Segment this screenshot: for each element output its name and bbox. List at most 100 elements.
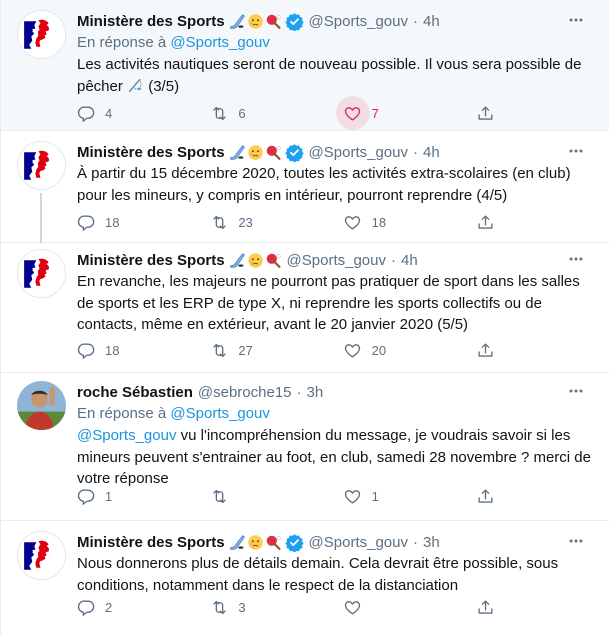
avatar[interactable]	[17, 141, 66, 190]
tweet-actions: 2 3	[71, 592, 511, 622]
reply-button[interactable]: 18	[71, 335, 171, 365]
reply-button[interactable]: 2	[71, 592, 171, 622]
display-name[interactable]: Ministère des Sports	[77, 13, 225, 30]
retweet-icon	[202, 590, 236, 624]
tweet-actions: 18 27 20	[71, 335, 511, 365]
more-icon[interactable]	[566, 531, 586, 551]
thread-line	[40, 193, 42, 243]
retweet-button[interactable]: 6	[204, 98, 304, 128]
like-count: 7	[371, 105, 379, 121]
name-emojis	[229, 13, 282, 30]
tweet[interactable]: Ministère des Sports @Sports_gouv · 4h À…	[1, 131, 609, 243]
retweet-icon	[202, 205, 236, 239]
more-icon[interactable]	[566, 10, 586, 30]
like-button[interactable]: 7	[335, 96, 438, 130]
tweet-text: À partir du 15 décembre 2020, toutes les…	[77, 165, 571, 204]
like-button[interactable]: 20	[338, 335, 438, 365]
crying-emoji	[247, 534, 264, 551]
reply-count: 4	[105, 105, 113, 121]
like-count: 1	[371, 488, 379, 504]
tweet-header: Ministère des Sports @Sports_gouv · 3h	[77, 531, 596, 553]
timestamp[interactable]: 4h	[423, 144, 440, 161]
tweet-header: Ministère des Sports @Sports_gouv · 4h	[77, 141, 596, 163]
crying-emoji	[247, 252, 264, 269]
tweet-text: En revanche, les majeurs ne pourront pas…	[77, 273, 580, 333]
hockey-emoji	[229, 144, 246, 161]
avatar[interactable]	[17, 531, 66, 580]
more-icon[interactable]	[566, 141, 586, 161]
timestamp[interactable]: 3h	[307, 384, 324, 401]
reply-count: 1	[105, 488, 113, 504]
hockey-emoji	[229, 252, 246, 269]
avatar[interactable]	[17, 381, 66, 430]
tweet[interactable]: Ministère des Sports @Sports_gouv · 4h E…	[1, 243, 609, 373]
reply-icon	[69, 590, 103, 624]
like-button[interactable]	[338, 592, 438, 622]
reply-button[interactable]: 18	[71, 207, 171, 237]
display-name[interactable]: Ministère des Sports	[77, 144, 225, 161]
mention-link[interactable]: @Sports_gouv	[77, 427, 176, 444]
retweet-button[interactable]	[204, 481, 304, 511]
user-handle[interactable]: @Sports_gouv	[309, 144, 408, 161]
display-name[interactable]: roche Sébastien	[77, 384, 193, 401]
fishing-emoji	[127, 77, 144, 94]
tweet[interactable]: Ministère des Sports @Sports_gouv · 4h E…	[1, 0, 609, 131]
share-icon	[469, 333, 503, 367]
share-button[interactable]	[471, 481, 511, 511]
user-handle[interactable]: @Sports_gouv	[309, 13, 408, 30]
more-icon[interactable]	[566, 249, 586, 269]
pingpong-emoji	[265, 13, 282, 30]
reply-icon	[69, 96, 103, 130]
timestamp[interactable]: 3h	[423, 534, 440, 551]
reply-to-link[interactable]: @Sports_gouv	[170, 405, 269, 422]
share-icon	[469, 479, 503, 513]
like-button[interactable]: 18	[338, 207, 438, 237]
reply-button[interactable]: 4	[71, 98, 171, 128]
share-button[interactable]	[471, 98, 511, 128]
retweet-icon	[202, 96, 236, 130]
retweet-button[interactable]: 27	[204, 335, 304, 365]
more-icon[interactable]	[566, 381, 586, 401]
avatar[interactable]	[17, 10, 66, 59]
separator-dot: ·	[413, 12, 418, 30]
timestamp[interactable]: 4h	[423, 13, 440, 30]
like-icon	[336, 333, 370, 367]
reply-icon	[69, 479, 103, 513]
like-icon	[335, 96, 370, 130]
tweet-actions: 4 6 7	[71, 96, 511, 130]
reply-button[interactable]: 1	[71, 481, 171, 511]
name-emojis	[229, 144, 282, 161]
tweet-header: roche Sébastien @sebroche15 · 3h	[77, 381, 596, 403]
like-icon	[336, 590, 370, 624]
user-handle[interactable]: @Sports_gouv	[287, 252, 386, 269]
retweet-button[interactable]: 23	[204, 207, 304, 237]
retweet-icon	[202, 333, 236, 367]
user-handle[interactable]: @Sports_gouv	[309, 534, 408, 551]
timestamp[interactable]: 4h	[401, 252, 418, 269]
like-count: 20	[371, 342, 387, 358]
reply-icon	[69, 333, 103, 367]
reply-count: 2	[105, 599, 113, 615]
retweet-count: 27	[238, 342, 253, 358]
share-button[interactable]	[471, 207, 511, 237]
share-icon	[469, 205, 503, 239]
share-button[interactable]	[471, 592, 511, 622]
tweet[interactable]: roche Sébastien @sebroche15 · 3h En répo…	[1, 373, 609, 521]
reply-prefix: En réponse à	[77, 34, 167, 51]
display-name[interactable]: Ministère des Sports	[77, 252, 225, 269]
retweet-icon	[202, 479, 236, 513]
retweet-count: 6	[238, 105, 246, 121]
like-button[interactable]: 1	[338, 481, 438, 511]
retweet-button[interactable]: 3	[204, 592, 304, 622]
tweet[interactable]: Ministère des Sports @Sports_gouv · 3h N…	[1, 521, 609, 635]
user-handle[interactable]: @sebroche15	[198, 384, 292, 401]
reply-to-link[interactable]: @Sports_gouv	[170, 34, 269, 51]
like-icon	[336, 479, 370, 513]
pingpong-emoji	[265, 252, 282, 269]
share-button[interactable]	[471, 335, 511, 365]
retweet-count: 3	[238, 599, 246, 615]
separator-dot: ·	[391, 251, 396, 269]
avatar[interactable]	[17, 249, 66, 298]
display-name[interactable]: Ministère des Sports	[77, 534, 225, 551]
reply-icon	[69, 205, 103, 239]
